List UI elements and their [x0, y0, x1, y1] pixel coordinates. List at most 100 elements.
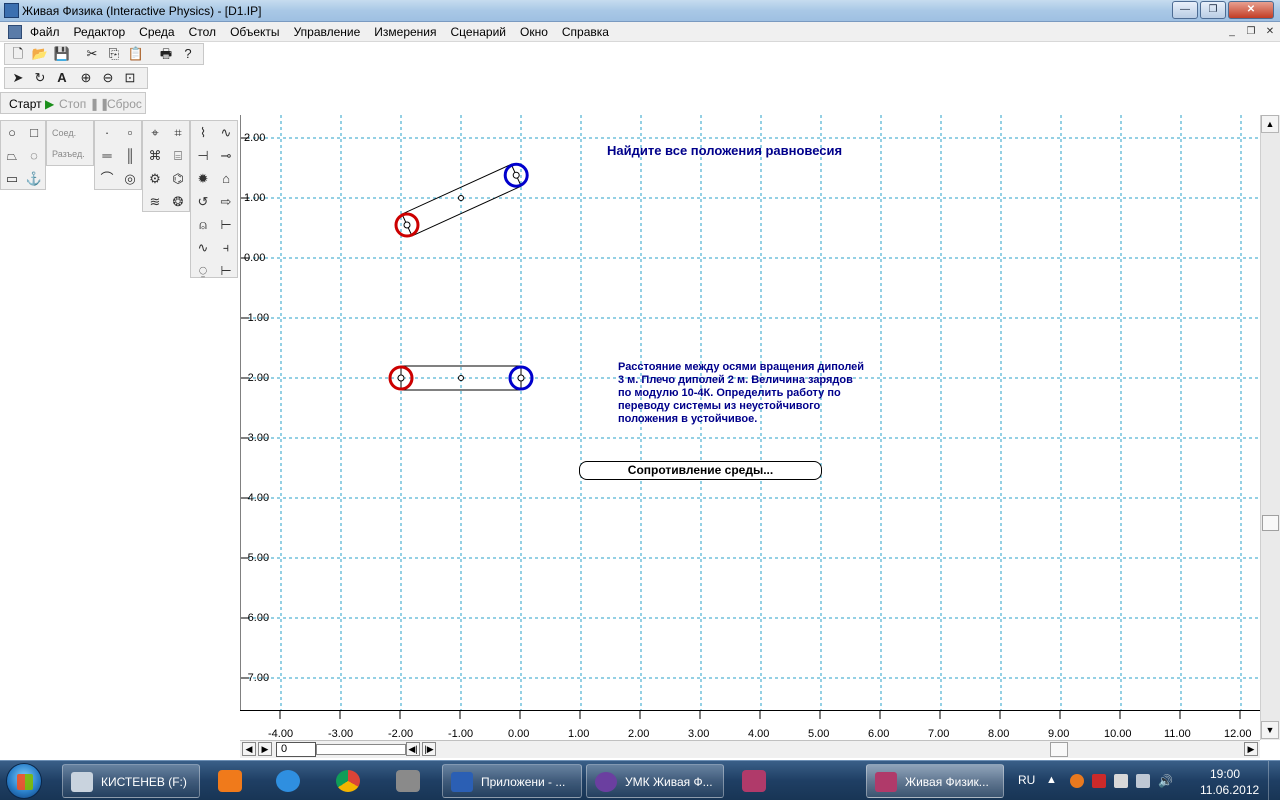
capacitor-icon[interactable]: ⫞ [216, 238, 236, 258]
actuator-joint-icon[interactable]: ⌬ [168, 169, 188, 189]
medium-resistance-button[interactable]: Сопротивление среды... [579, 461, 822, 480]
point-tool-icon[interactable]: · [97, 123, 117, 143]
help-icon[interactable]: ? [179, 45, 197, 63]
show-desktop-button[interactable] [1268, 761, 1280, 800]
ring-slot-icon[interactable]: ◎ [120, 169, 140, 189]
square-tool-icon[interactable]: ▭ [2, 169, 22, 189]
scroll-right-icon[interactable]: ▶ [1244, 742, 1258, 756]
menu-measure[interactable]: Измерения [374, 25, 436, 39]
rigid-joint-icon[interactable]: ⌗ [168, 123, 188, 143]
spring-icon[interactable]: ∿ [216, 123, 236, 143]
torque-icon[interactable]: ↺ [193, 192, 213, 212]
rotate-icon[interactable]: ↻ [31, 69, 49, 87]
scroll-down-icon[interactable]: ▼ [1261, 721, 1279, 739]
usb-device-icon[interactable] [1114, 774, 1128, 788]
menu-control[interactable]: Управление [294, 25, 361, 39]
print-icon[interactable]: 🖶 [157, 45, 175, 63]
cut-icon[interactable]: ✂ [83, 45, 101, 63]
text-icon[interactable]: A [53, 69, 71, 87]
network-icon[interactable] [1136, 774, 1150, 788]
damper-icon[interactable]: ⊣ [193, 146, 213, 166]
split-button[interactable]: Разъед. [52, 149, 85, 159]
scroll-left-icon[interactable]: ◀ [242, 742, 256, 756]
zoom-in-icon[interactable]: ⊕ [77, 69, 95, 87]
menu-window[interactable]: Окно [520, 25, 548, 39]
probe-icon[interactable]: ⍜ [193, 261, 213, 281]
frame-number-field[interactable]: 0 [276, 742, 316, 757]
taskbar-item-physics[interactable]: Живая Физик... [866, 764, 1004, 798]
curved-joint-icon[interactable]: ≋ [145, 192, 165, 212]
menu-script[interactable]: Сценарий [451, 25, 506, 39]
rectangle-tool-icon[interactable]: □ [24, 123, 44, 143]
scroll-up-icon[interactable]: ▲ [1261, 115, 1279, 133]
vertical-scrollbar[interactable]: ▲ ▼ [1260, 115, 1280, 740]
clock-date[interactable]: 11.06.2012 [1200, 783, 1259, 797]
minimize-button[interactable]: — [1172, 1, 1198, 19]
close-button[interactable]: ✕ [1228, 1, 1274, 19]
stop-button[interactable]: Стоп ❚❚ [59, 97, 110, 111]
menu-edit[interactable]: Редактор [74, 25, 126, 39]
chrome-pin[interactable] [322, 764, 374, 798]
circle-tool-icon[interactable]: ○ [2, 123, 22, 143]
gear-icon[interactable]: ✹ [193, 169, 213, 189]
motor-icon[interactable]: ⌂ [216, 169, 236, 189]
step-forward-icon[interactable]: ▶ [258, 742, 272, 756]
zoom-fit-icon[interactable]: ⊡ [121, 69, 139, 87]
pulley-icon[interactable]: ⊸ [216, 146, 236, 166]
menu-objects[interactable]: Объекты [230, 25, 280, 39]
line-icon[interactable]: ⊢ [216, 261, 236, 281]
slot-vertical-icon[interactable]: ║ [120, 146, 140, 166]
open-folder-icon[interactable]: 📂 [31, 45, 49, 63]
reset-button[interactable]: Сброс [107, 97, 142, 111]
wave-icon[interactable]: ∿ [193, 238, 213, 258]
taskbar-item-umk[interactable]: УМК Живая Ф... [586, 764, 724, 798]
horizontal-scroll-thumb[interactable] [1050, 742, 1068, 757]
scanner-pin[interactable] [382, 764, 434, 798]
copy-icon[interactable]: ⎘ [105, 45, 123, 63]
clock-time[interactable]: 19:00 [1210, 767, 1240, 781]
menu-table[interactable]: Стол [189, 25, 216, 39]
curved-slot-icon[interactable]: ⌒ [97, 169, 117, 189]
language-indicator[interactable]: RU [1018, 773, 1035, 787]
start-button[interactable]: Старт ▶ [9, 97, 54, 111]
paste-icon[interactable]: 📋 [127, 45, 145, 63]
new-file-icon[interactable]: 🗋 [9, 45, 27, 63]
workspace[interactable]: 2.00 1.00 0.00 -1.00 -2.00 -3.00 -4.00 -… [240, 115, 1260, 710]
physics-pin[interactable] [728, 764, 780, 798]
polygon-tool-icon[interactable]: ⏢ [2, 146, 22, 166]
anchor-tool-icon[interactable]: ⚓ [24, 169, 44, 189]
frame-slider[interactable] [316, 744, 406, 755]
menu-help[interactable]: Справка [562, 25, 609, 39]
avast-icon[interactable] [1070, 774, 1084, 788]
force-arrow-icon[interactable]: ⇨ [216, 192, 236, 212]
separator-icon[interactable]: ⊢ [216, 215, 236, 235]
mdi-restore-button[interactable]: ❐ [1243, 25, 1259, 39]
mdi-close-button[interactable]: ✕ [1262, 25, 1278, 39]
mdi-minimize-button[interactable]: _ [1224, 25, 1240, 39]
show-hidden-icon[interactable]: ▲ [1046, 774, 1060, 788]
damper-joint-icon[interactable]: ⌸ [168, 146, 188, 166]
gear-joint-icon[interactable]: ❂ [168, 192, 188, 212]
maximize-button[interactable]: ❐ [1200, 1, 1226, 19]
fast-forward-icon[interactable]: |▶ [422, 742, 436, 756]
slot-horizontal-icon[interactable]: ═ [97, 146, 117, 166]
rope-icon[interactable]: ⌇ [193, 123, 213, 143]
save-icon[interactable]: 💾 [53, 45, 71, 63]
curved-body-tool-icon[interactable]: ◌ [24, 146, 44, 166]
security-alert-icon[interactable] [1092, 774, 1106, 788]
media-player-pin[interactable] [204, 764, 256, 798]
taskbar-item-drive[interactable]: КИСТЕНЕВ (F:) [62, 764, 200, 798]
charge-icon[interactable]: ⍝ [193, 215, 213, 235]
menu-file[interactable]: Файл [30, 25, 60, 39]
square-point-tool-icon[interactable]: ▫ [120, 123, 140, 143]
zoom-out-icon[interactable]: ⊖ [99, 69, 117, 87]
arrow-icon[interactable]: ➤ [9, 69, 27, 87]
pin-joint-icon[interactable]: ⌖ [145, 123, 165, 143]
rewind-icon[interactable]: ◀| [406, 742, 420, 756]
vertical-scroll-thumb[interactable] [1262, 515, 1279, 531]
start-button[interactable] [6, 763, 42, 799]
motor-joint-icon[interactable]: ⚙ [145, 169, 165, 189]
spring-joint-icon[interactable]: ⌘ [145, 146, 165, 166]
ie-pin[interactable] [262, 764, 314, 798]
menu-world[interactable]: Среда [139, 25, 174, 39]
